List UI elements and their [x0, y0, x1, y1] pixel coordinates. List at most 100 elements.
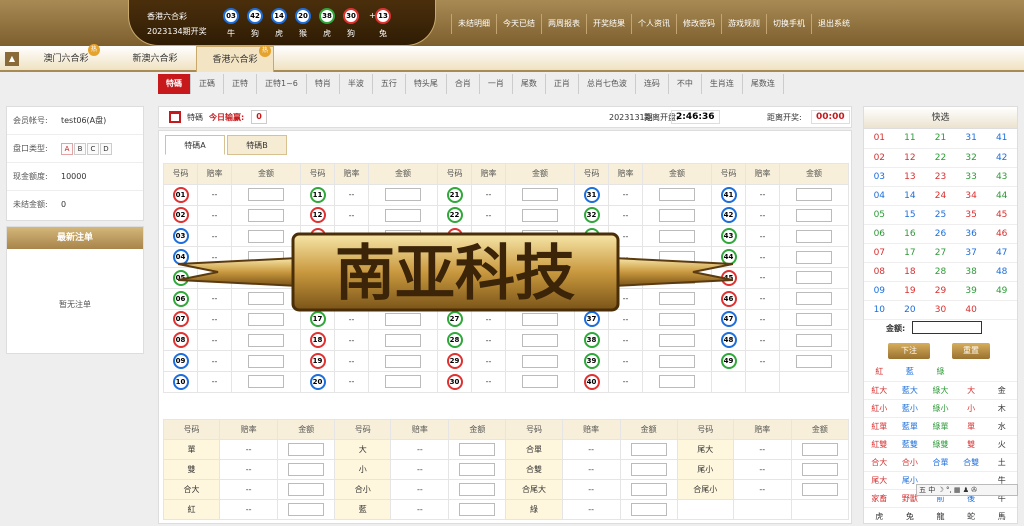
bet-option-label[interactable]: 尾大: [676, 439, 734, 460]
bet-option-label[interactable]: 紅: [162, 499, 221, 520]
play-tab[interactable]: 一肖: [480, 74, 513, 94]
quick-number[interactable]: 17: [894, 243, 926, 263]
play-tab[interactable]: 合肖: [447, 74, 480, 94]
lottery-tab[interactable]: 新澳六合彩: [114, 46, 196, 72]
quick-number[interactable]: 35: [955, 205, 987, 225]
top-nav-item[interactable]: 修改密码: [676, 14, 721, 34]
bet-option-label[interactable]: 合尾大: [505, 479, 563, 500]
amount-input[interactable]: [796, 250, 832, 264]
subtab-b[interactable]: 特碼B: [227, 135, 287, 155]
bet-option-label[interactable]: 綠: [505, 499, 563, 520]
quick-number[interactable]: 48: [986, 262, 1017, 282]
number-cell[interactable]: 01: [163, 183, 198, 206]
quick-attribute[interactable]: 紅小: [864, 399, 895, 418]
quick-number[interactable]: 45: [986, 205, 1017, 225]
pan-option[interactable]: D: [100, 143, 112, 155]
number-cell[interactable]: 40: [574, 370, 609, 393]
quick-attribute[interactable]: 紅: [864, 363, 895, 382]
play-tab[interactable]: 正特: [224, 74, 257, 94]
amount-input[interactable]: [522, 375, 558, 389]
number-cell[interactable]: 02: [163, 204, 198, 227]
quick-number[interactable]: 09: [864, 281, 895, 301]
amount-input[interactable]: [248, 354, 284, 368]
play-tab[interactable]: 特碼: [158, 74, 191, 94]
quick-attribute[interactable]: 單: [955, 417, 987, 436]
amount-input[interactable]: [796, 208, 832, 222]
top-nav-item[interactable]: 游戏规则: [721, 14, 766, 34]
pan-option[interactable]: A: [61, 143, 73, 155]
play-tab[interactable]: 尾数连: [743, 74, 784, 94]
bet-option-label[interactable]: 合單: [505, 439, 563, 460]
amount-input[interactable]: [801, 483, 838, 496]
play-tab[interactable]: 不中: [669, 74, 702, 94]
top-nav-item[interactable]: 退出系统: [811, 14, 856, 34]
amount-input[interactable]: [630, 463, 667, 476]
number-cell[interactable]: 28: [437, 329, 472, 352]
quick-number[interactable]: 10: [864, 300, 895, 320]
number-cell[interactable]: 49: [711, 350, 746, 372]
quick-attribute[interactable]: 虎: [864, 507, 895, 526]
quick-number[interactable]: 43: [986, 167, 1017, 187]
number-cell[interactable]: 20: [300, 370, 335, 393]
bet-option-label[interactable]: 合小: [334, 479, 392, 500]
quick-attribute[interactable]: 蛇: [955, 507, 987, 526]
quick-attribute[interactable]: 藍大: [894, 381, 926, 400]
number-cell[interactable]: 22: [437, 204, 472, 227]
amount-input[interactable]: [630, 503, 667, 516]
place-bet-button[interactable]: 下注: [888, 343, 930, 359]
amount-input[interactable]: [385, 354, 421, 368]
quick-number[interactable]: 16: [894, 224, 926, 244]
play-tab[interactable]: 五行: [373, 74, 406, 94]
top-nav-item[interactable]: 今天已结: [496, 14, 541, 34]
amount-input[interactable]: [796, 333, 832, 347]
amount-input[interactable]: [659, 333, 695, 347]
amount-input[interactable]: [248, 208, 284, 222]
number-cell[interactable]: 30: [437, 370, 472, 393]
number-cell[interactable]: 42: [711, 204, 746, 227]
number-cell[interactable]: 39: [574, 350, 609, 372]
quick-attribute[interactable]: 小: [955, 399, 987, 418]
quick-number[interactable]: 25: [925, 205, 956, 225]
quick-number[interactable]: 33: [955, 167, 987, 187]
quick-attribute[interactable]: 尾大: [864, 471, 895, 490]
quick-attribute[interactable]: 土: [986, 453, 1017, 472]
amount-input[interactable]: [796, 229, 832, 243]
quick-attribute[interactable]: 合單: [925, 453, 956, 472]
subtab-a[interactable]: 特碼A: [165, 135, 225, 155]
ime-toolbar[interactable]: 五 中 ☽ °, ▦ ♟ ✇: [916, 484, 1018, 496]
amount-input[interactable]: [248, 333, 284, 347]
number-cell[interactable]: 48: [711, 329, 746, 352]
quick-number[interactable]: 15: [894, 205, 926, 225]
quick-attribute[interactable]: 兔: [894, 507, 926, 526]
top-nav-item[interactable]: 未结明细: [451, 14, 496, 34]
quick-number[interactable]: 13: [894, 167, 926, 187]
play-tab[interactable]: 正碼: [191, 74, 224, 94]
amount-input[interactable]: [522, 333, 558, 347]
quick-attribute[interactable]: 綠雙: [925, 435, 956, 454]
quick-number[interactable]: 41: [986, 129, 1017, 149]
amount-input[interactable]: [796, 271, 832, 285]
quick-attribute[interactable]: 木: [986, 399, 1017, 418]
number-cell[interactable]: 11: [300, 183, 335, 206]
quick-number[interactable]: 01: [864, 129, 895, 149]
quick-number[interactable]: 12: [894, 148, 926, 168]
collapse-toggle-icon[interactable]: ▲: [5, 52, 19, 66]
quick-number[interactable]: 34: [955, 186, 987, 206]
amount-input[interactable]: [659, 188, 695, 202]
bet-option-label[interactable]: 合雙: [505, 459, 563, 480]
number-cell[interactable]: 10: [163, 370, 198, 393]
play-tab[interactable]: 生肖连: [702, 74, 743, 94]
quick-number[interactable]: 23: [925, 167, 956, 187]
quick-number[interactable]: 49: [986, 281, 1017, 301]
amount-input[interactable]: [459, 463, 496, 476]
amount-input[interactable]: [796, 312, 832, 326]
play-tab[interactable]: 正肖: [546, 74, 579, 94]
bet-option-label[interactable]: 小: [334, 459, 392, 480]
amount-input[interactable]: [459, 503, 496, 516]
quick-number[interactable]: 26: [925, 224, 956, 244]
top-nav-item[interactable]: 个人资讯: [631, 14, 676, 34]
quick-number[interactable]: 22: [925, 148, 956, 168]
bet-option-label[interactable]: 雙: [162, 459, 221, 480]
quick-attribute[interactable]: 雙: [955, 435, 987, 454]
amount-input[interactable]: [459, 443, 496, 456]
